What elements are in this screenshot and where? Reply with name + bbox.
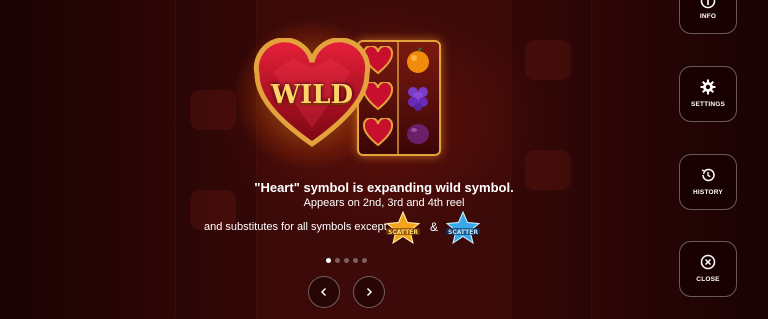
- wild-symbol-illustration: WILD: [235, 20, 445, 170]
- settings-button[interactable]: SETTINGS: [679, 66, 737, 122]
- settings-label: SETTINGS: [690, 101, 726, 108]
- history-button[interactable]: HISTORY: [679, 154, 737, 210]
- page-dot[interactable]: [335, 258, 340, 263]
- info-label: INFO: [699, 13, 717, 20]
- page-dot[interactable]: [326, 258, 331, 263]
- wild-description-title: "Heart" symbol is expanding wild symbol.: [254, 180, 514, 195]
- history-icon: [701, 168, 715, 182]
- chevron-right-icon: [366, 287, 373, 297]
- wild-label: WILD: [270, 80, 354, 110]
- close-label: CLOSE: [696, 276, 720, 283]
- background-symbol: [525, 40, 571, 80]
- scatter-label: SCATTER: [388, 229, 418, 236]
- prev-page-button[interactable]: [308, 276, 340, 308]
- close-icon: [700, 254, 716, 270]
- orange-icon: [407, 47, 429, 73]
- page-dot[interactable]: [362, 258, 367, 263]
- gear-icon: [700, 79, 716, 95]
- page-dot[interactable]: [353, 258, 358, 263]
- next-page-button[interactable]: [353, 276, 385, 308]
- scatter-label: SCATTER: [448, 229, 478, 236]
- gold-star-scatter-icon: SCATTER: [385, 210, 421, 245]
- chevron-left-icon: [320, 287, 327, 297]
- wild-description-exception: and substitutes for all symbols except: [204, 221, 387, 233]
- close-button[interactable]: CLOSE: [679, 241, 737, 297]
- grapes-icon: [408, 87, 428, 111]
- wild-description-reels: Appears on 2nd, 3rd and 4th reel: [303, 197, 465, 209]
- info-button[interactable]: INFO: [679, 0, 737, 34]
- page-indicator: [326, 258, 367, 263]
- conjunction: &: [430, 220, 439, 234]
- background-symbol: [190, 90, 236, 130]
- plum-icon: [407, 124, 429, 144]
- blue-star-scatter-icon: SCATTER: [445, 210, 481, 245]
- history-label: HISTORY: [693, 189, 723, 196]
- page-dot[interactable]: [344, 258, 349, 263]
- info-icon: [700, 0, 716, 9]
